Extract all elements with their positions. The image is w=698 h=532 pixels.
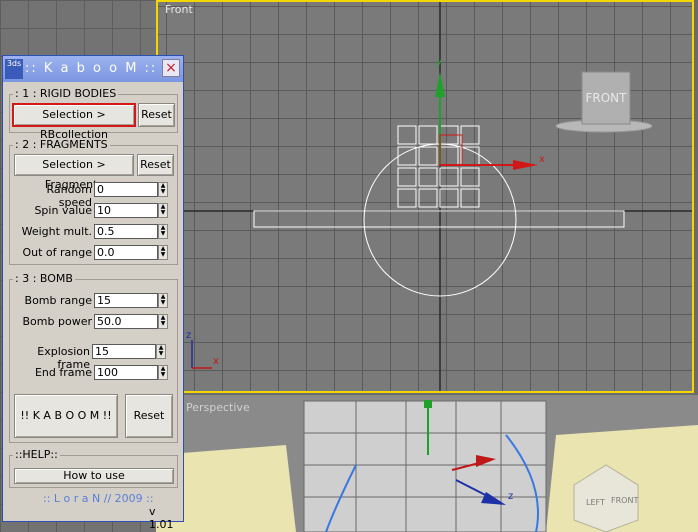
bomb-group: : 3 : BOMB Bomb range 15 ▲ ▼ Bomb power 5… <box>9 272 178 443</box>
out-of-range-input[interactable]: 0.0 <box>94 245 158 260</box>
kaboom-dialog: 3ds :: K a b o o M :: × : 1 : RIGID BODI… <box>2 55 184 531</box>
bomb-reset-button[interactable]: Reset <box>125 394 173 438</box>
bomb-power-label: Bomb power <box>22 315 92 328</box>
how-to-use-button[interactable]: How to use <box>14 468 174 484</box>
close-icon: × <box>165 60 177 76</box>
explosion-frame-arrows[interactable]: ▲ ▼ <box>156 344 166 359</box>
app-icon: 3ds <box>5 59 23 79</box>
bomb-range-input[interactable]: 15 <box>94 293 158 308</box>
persp-gizmo-y-tip <box>424 400 432 408</box>
kaboom-button[interactable]: !! K A B O O M !! <box>14 394 118 438</box>
bomb-title: : 3 : BOMB <box>13 272 75 285</box>
spin-value-input[interactable]: 10 <box>94 203 158 218</box>
gizmo-plane <box>439 134 463 166</box>
perspective-viewport[interactable]: z LEFT FRONT Perspective <box>156 395 698 532</box>
fragment-grid <box>397 125 480 208</box>
perspective-viewport-scene: z LEFT FRONT <box>156 395 698 532</box>
tripod-z-label: z <box>186 330 191 341</box>
fragments-group: : 2 : FRAGMENTS Selection > Fragments Re… <box>9 138 178 265</box>
explosion-frame-spinner[interactable]: 15 ▲ ▼ <box>92 344 166 359</box>
out-of-range-arrows[interactable]: ▲ ▼ <box>158 245 168 260</box>
perspective-viewport-label[interactable]: Perspective <box>186 401 250 414</box>
weight-mult-arrows[interactable]: ▲ ▼ <box>158 224 168 239</box>
gizmo-y-label: y <box>436 57 442 68</box>
rigid-bodies-title: : 1 : RIGID BODIES <box>13 87 119 100</box>
bomb-power-input[interactable]: 50.0 <box>94 314 158 329</box>
bomb-range-spinner[interactable]: 15 ▲ ▼ <box>94 293 168 308</box>
tripod-x-label: x <box>213 356 219 367</box>
end-frame-input[interactable]: 100 <box>94 365 158 380</box>
bomb-range-arrows[interactable]: ▲ ▼ <box>158 293 168 308</box>
fragments-title: : 2 : FRAGMENTS <box>13 138 110 151</box>
persp-viewcube-front-label: FRONT <box>611 496 638 505</box>
end-frame-label: End frame <box>34 366 92 379</box>
selection-rbcollection-button[interactable]: Selection > RBcollection <box>12 103 136 141</box>
persp-viewcube-left-label: LEFT <box>586 498 605 507</box>
dialog-title: :: K a b o o M :: <box>25 61 158 76</box>
persp-gizmo-z-label: z <box>508 491 513 502</box>
ground-slab <box>253 210 625 228</box>
perspective-label-text: Perspective <box>186 401 250 414</box>
gizmo-x-arrow <box>513 160 538 170</box>
rigid-bodies-group: : 1 : RIGID BODIES Selection > RBcollect… <box>9 87 178 141</box>
explosion-frame-input[interactable]: 15 <box>92 344 156 359</box>
app-icon-text: 3ds <box>6 59 22 68</box>
random-speed-arrows[interactable]: ▲ ▼ <box>158 182 168 197</box>
out-of-range-label: Out of range <box>22 246 92 259</box>
random-speed-input[interactable]: 0 <box>94 182 158 197</box>
out-of-range-spinner[interactable]: 0.0 ▲ ▼ <box>94 245 168 260</box>
fragments-reset-button[interactable]: Reset <box>137 154 174 176</box>
viewcube-front-label: FRONT <box>586 91 628 105</box>
gizmo-y-arrow <box>435 72 445 97</box>
version-text: v 1.01 <box>149 505 174 531</box>
close-button[interactable]: × <box>162 59 180 77</box>
selection-fragments-button[interactable]: Selection > Fragments <box>14 154 134 191</box>
weight-mult-input[interactable]: 0.5 <box>94 224 158 239</box>
gizmo-x-label: x <box>539 154 545 165</box>
weight-mult-label: Weight mult. <box>21 225 92 238</box>
bomb-range-label: Bomb range <box>24 294 92 307</box>
end-frame-spinner[interactable]: 100 ▲ ▼ <box>94 365 168 380</box>
credit-text: :: L o r a N // 2009 :: <box>43 492 154 505</box>
bomb-power-spinner[interactable]: 50.0 ▲ ▼ <box>94 314 168 329</box>
dialog-titlebar[interactable]: 3ds :: K a b o o M :: × <box>3 56 183 82</box>
spin-value-spinner[interactable]: 10 ▲ ▼ <box>94 203 168 218</box>
cube-stack <box>303 400 547 532</box>
front-viewport[interactable]: Front y x FRONT z x <box>156 0 694 393</box>
rigid-bodies-reset-button[interactable]: Reset <box>138 103 175 127</box>
help-title: ::HELP:: <box>13 448 60 461</box>
bomb-power-arrows[interactable]: ▲ ▼ <box>158 314 168 329</box>
spin-value-arrows[interactable]: ▲ ▼ <box>158 203 168 218</box>
help-group: ::HELP:: How to use <box>9 448 178 488</box>
weight-mult-spinner[interactable]: 0.5 ▲ ▼ <box>94 224 168 239</box>
spin-value-label: Spin value <box>34 204 92 217</box>
end-frame-arrows[interactable]: ▲ ▼ <box>158 365 168 380</box>
random-speed-spinner[interactable]: 0 ▲ ▼ <box>94 182 168 197</box>
front-viewport-scene: y x FRONT z x <box>158 2 692 391</box>
